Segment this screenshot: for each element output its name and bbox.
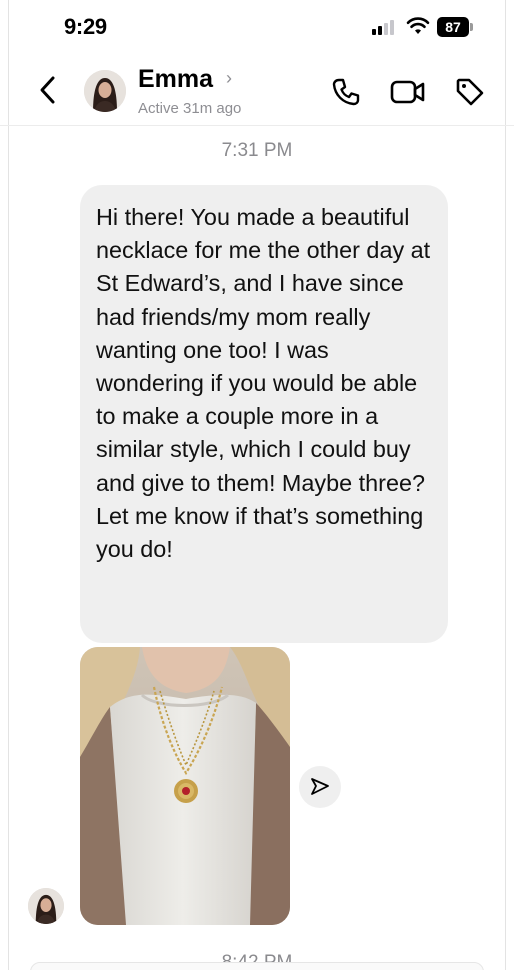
status-bar: 9:29 87	[0, 0, 514, 56]
sender-avatar[interactable]	[28, 888, 64, 924]
battery-icon: 87	[437, 17, 473, 37]
timestamp: 7:31 PM	[221, 140, 293, 161]
status-time: 9:29	[64, 14, 107, 39]
avatar[interactable]	[84, 70, 126, 112]
battery-level: 87	[437, 17, 469, 37]
message-photo[interactable]	[80, 647, 290, 925]
contact-name[interactable]: Emma	[138, 65, 213, 94]
tag-icon[interactable]	[454, 76, 486, 108]
back-chevron-icon[interactable]	[34, 72, 62, 108]
paper-plane-icon	[311, 778, 329, 795]
next-message-peek	[30, 962, 484, 970]
message-bubble[interactable]: Hi there! You made a beautiful necklace …	[80, 185, 448, 643]
phone-icon[interactable]	[330, 76, 362, 108]
video-camera-icon[interactable]	[390, 78, 426, 106]
chevron-right-icon[interactable]: ›	[226, 68, 232, 89]
active-status: Active 31m ago	[138, 100, 242, 117]
wifi-icon	[406, 17, 430, 34]
chat-header: Emma › Active 31m ago	[0, 56, 514, 126]
share-button[interactable]	[299, 766, 341, 808]
signal-icon	[372, 19, 398, 35]
